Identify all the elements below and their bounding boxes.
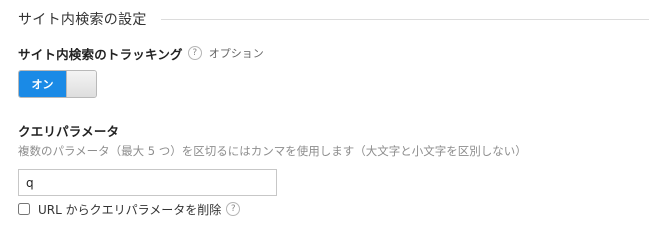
remove-query-param-label[interactable]: URL からクエリパラメータを削除 [38, 201, 221, 218]
query-parameter-label: クエリパラメータ [18, 124, 120, 139]
site-search-tracking-label: サイト内検索のトラッキング [18, 46, 183, 62]
query-parameter-input[interactable] [18, 169, 277, 196]
question-mark-icon[interactable]: ? [187, 46, 202, 60]
section-divider [160, 18, 649, 20]
remove-query-param-checkbox[interactable] [18, 203, 30, 215]
query-parameter-description: 複数のパラメータ（最大 5 つ）を区切るにはカンマを使用します（大文字と小文字を… [18, 144, 527, 158]
section-title: サイト内検索の設定 [18, 12, 147, 28]
section-header: サイト内検索の設定 [18, 8, 649, 30]
site-search-tracking-toggle[interactable]: オン [18, 70, 97, 98]
question-mark-icon[interactable]: ? [226, 202, 241, 216]
optional-label: オプション [208, 47, 264, 60]
site-search-tracking-row: サイト内検索のトラッキング ? オプション [18, 44, 264, 62]
toggle-on-label: オン [19, 71, 66, 97]
remove-query-param-row: URL からクエリパラメータを削除 ? [18, 201, 241, 218]
toggle-knob[interactable] [66, 71, 96, 97]
